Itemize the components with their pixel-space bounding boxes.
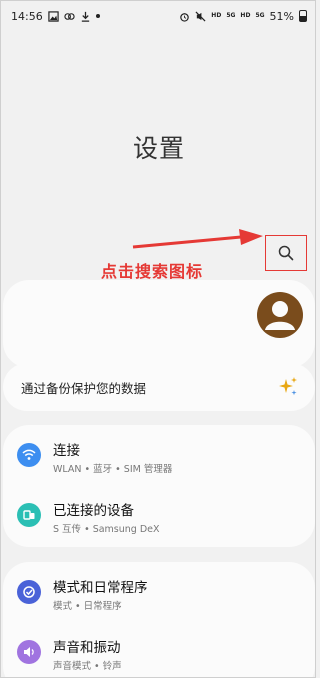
wifi-icon xyxy=(17,443,41,467)
row-subtitle: 模式 • 日常程序 xyxy=(53,601,122,612)
alarm-icon xyxy=(180,12,190,22)
profile-card[interactable] xyxy=(3,280,315,368)
row-subtitle: S 互传 • Samsung DeX xyxy=(53,524,160,535)
status-time: 14:56 xyxy=(11,9,43,23)
more-notifications-icon xyxy=(95,14,100,18)
connections-group: 连接 WLAN • 蓝牙 • SIM 管理器 已连接的设备 S 互传 • Sam… xyxy=(3,425,315,547)
sparkle-icon xyxy=(279,377,297,396)
hd-indicator-2: HD xyxy=(240,12,251,19)
signal-5g-2: 5G xyxy=(255,12,265,19)
mute-icon xyxy=(195,10,206,22)
hd-indicator: HD xyxy=(211,12,222,19)
gallery-icon xyxy=(48,10,59,22)
modes-icon xyxy=(17,580,41,604)
download-icon xyxy=(81,11,89,22)
row-subtitle: WLAN • 蓝牙 • SIM 管理器 xyxy=(53,464,173,475)
avatar-icon[interactable] xyxy=(257,292,303,338)
row-subtitle: 声音模式 • 铃声 xyxy=(53,661,122,672)
row-title: 模式和日常程序 xyxy=(53,580,148,596)
signal-5g-1: 5G xyxy=(226,12,236,19)
search-icon xyxy=(278,245,294,261)
annotation-text: 点击搜索图标 xyxy=(101,262,204,281)
page-title: 设置 xyxy=(132,134,185,163)
backup-label: 通过备份保护您的数据 xyxy=(21,380,147,396)
modes-group: 模式和日常程序 模式 • 日常程序 声音和振动 声音模式 • 铃声 xyxy=(3,562,315,677)
row-title: 已连接的设备 xyxy=(53,503,134,519)
row-title: 声音和振动 xyxy=(53,640,121,656)
status-bar: 14:56 HD 5G HD 5G 51% xyxy=(1,1,315,31)
row-connections[interactable]: 连接 WLAN • 蓝牙 • SIM 管理器 xyxy=(3,425,315,485)
battery-percent: 51% xyxy=(269,9,294,23)
row-connected-devices[interactable]: 已连接的设备 S 互传 • Samsung DeX xyxy=(3,485,315,545)
devices-icon xyxy=(17,503,41,527)
row-sound-vibration[interactable]: 声音和振动 声音模式 • 铃声 xyxy=(3,622,315,677)
search-button[interactable] xyxy=(265,235,307,271)
row-title: 连接 xyxy=(53,443,80,459)
sound-icon xyxy=(17,640,41,664)
app-notification-icon xyxy=(64,12,75,20)
settings-screen: 14:56 HD 5G HD 5G 51% 设置 点击搜索图标 通过备份保护您的… xyxy=(0,0,316,678)
backup-card[interactable]: 通过备份保护您的数据 xyxy=(3,363,315,411)
annotation-arrow xyxy=(132,229,263,249)
battery-icon xyxy=(299,10,307,22)
row-modes-routines[interactable]: 模式和日常程序 模式 • 日常程序 xyxy=(3,562,315,622)
